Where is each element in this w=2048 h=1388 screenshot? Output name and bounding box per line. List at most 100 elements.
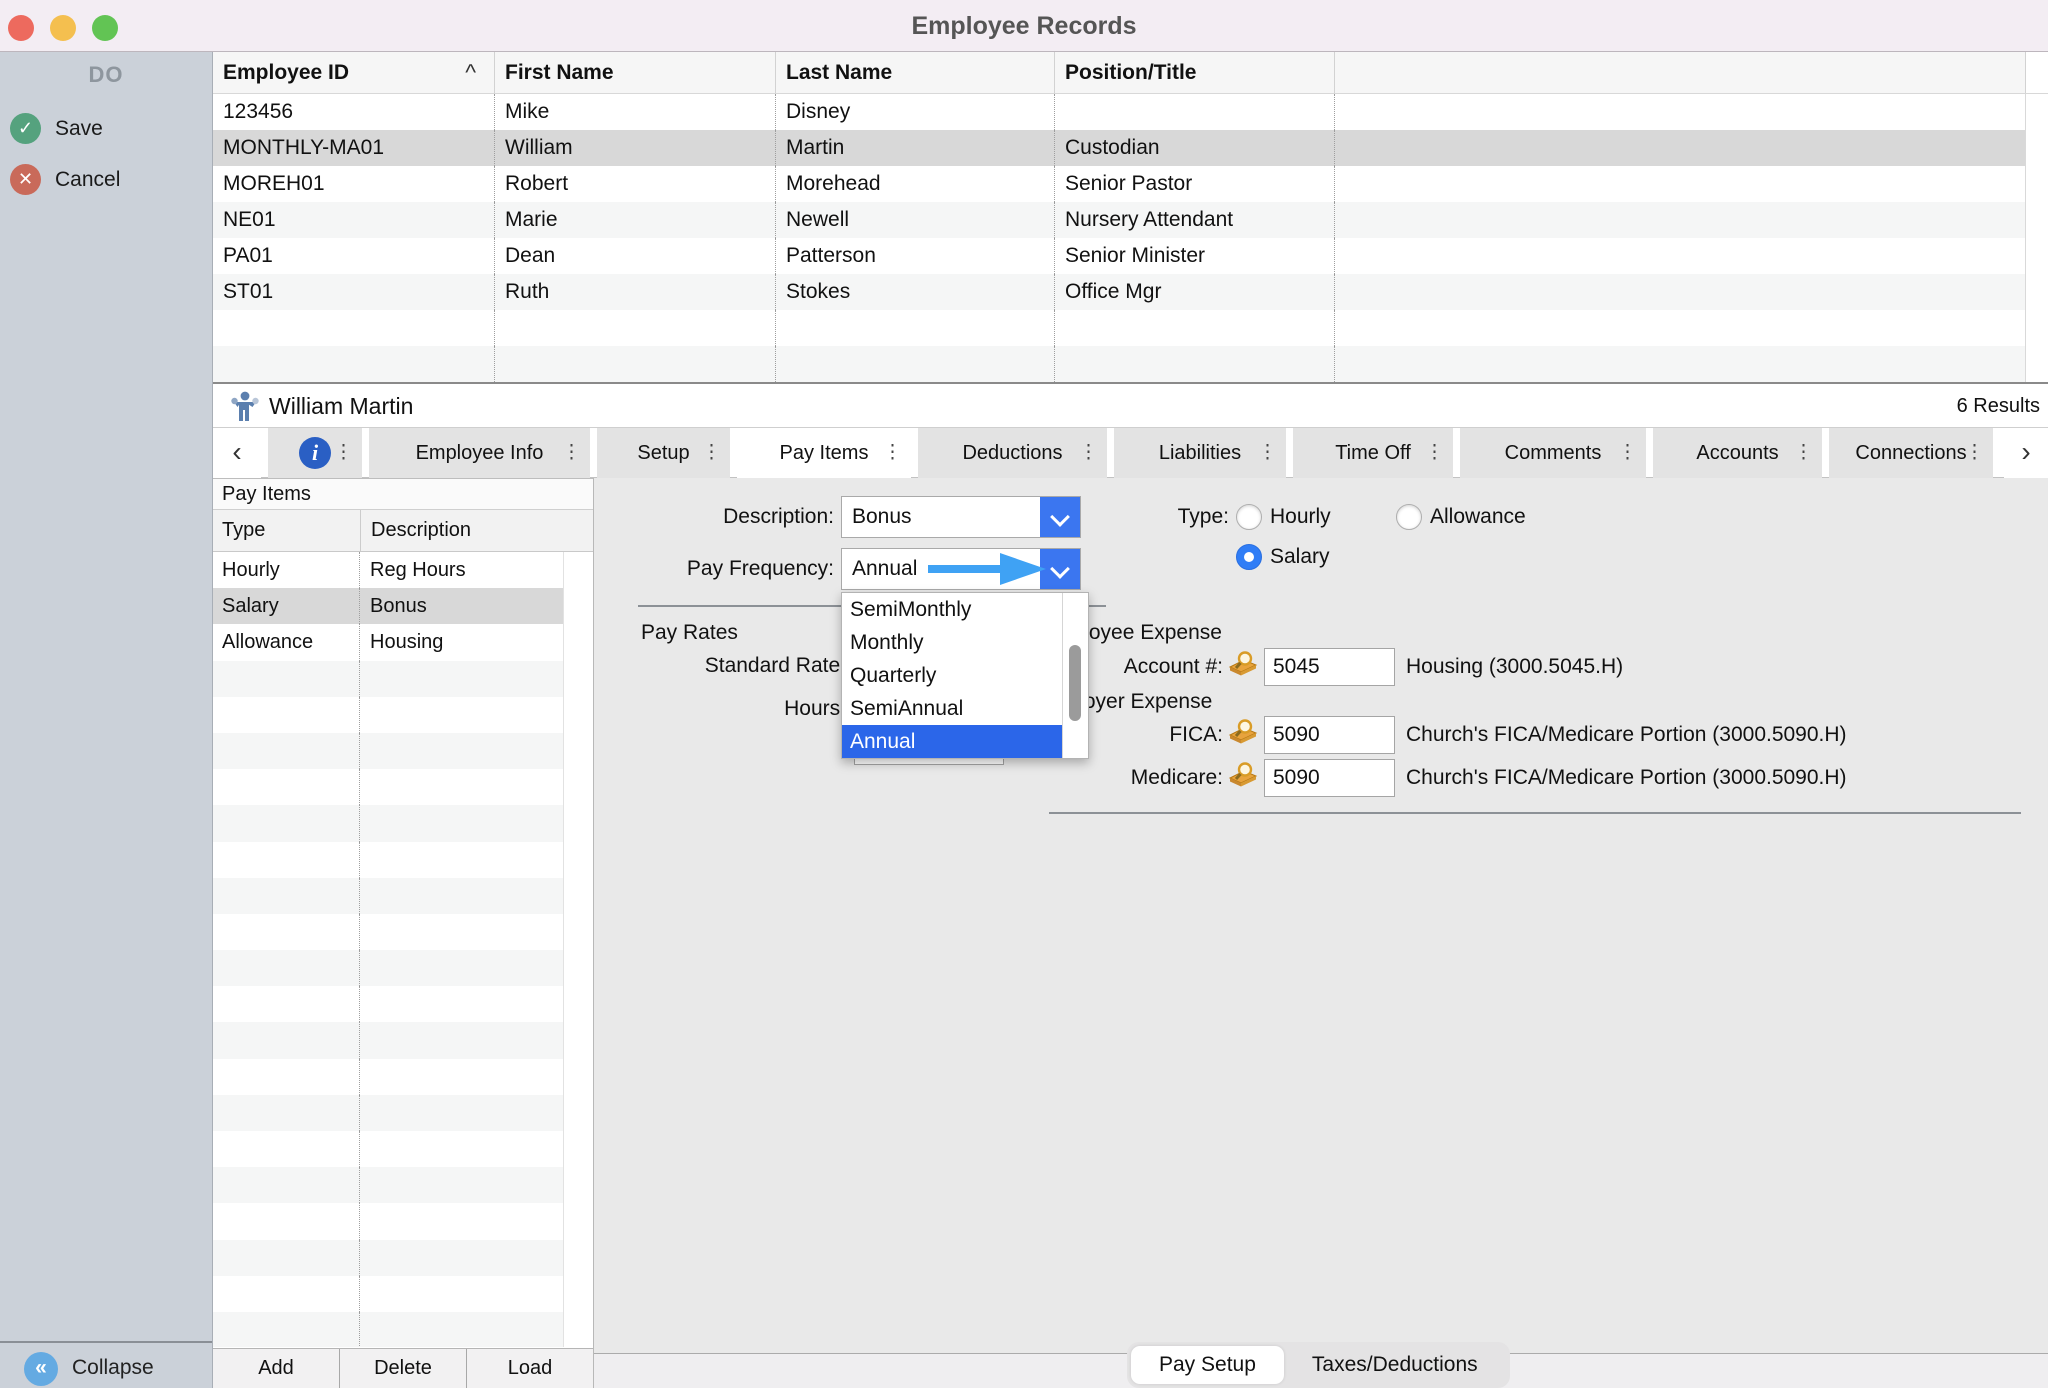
tab-accounts[interactable]: Accounts⋮ xyxy=(1653,428,1822,478)
tab-overflow-icon[interactable]: ⋮ xyxy=(1425,428,1444,478)
pay-items-scrollbar-track[interactable] xyxy=(563,1240,593,1276)
employee-table: Employee ID^First NameLast NamePosition/… xyxy=(213,52,2048,384)
tab-employee-info[interactable]: Employee Info⋮ xyxy=(369,428,590,478)
description-combobox[interactable]: Bonus xyxy=(841,496,1081,538)
dropdown-option-annual[interactable]: Annual xyxy=(842,725,1062,758)
employee-row[interactable]: 123456MikeDisney xyxy=(213,94,2048,130)
column-header-first-name[interactable]: First Name xyxy=(495,52,776,93)
tabs-scroll-left-icon[interactable]: ‹ xyxy=(213,428,261,478)
pay-item-type xyxy=(213,1131,360,1167)
delete-button[interactable]: Delete xyxy=(340,1349,467,1388)
tab-overflow-icon[interactable]: ⋮ xyxy=(883,428,902,478)
tab-liabilities[interactable]: Liabilities⋮ xyxy=(1114,428,1286,478)
load-button[interactable]: Load xyxy=(467,1349,593,1388)
employee-row[interactable]: MONTHLY-MA01WilliamMartinCustodian xyxy=(213,130,2048,166)
pay-items-scrollbar-track[interactable] xyxy=(563,950,593,986)
dropdown-option-semimonthly[interactable]: SemiMonthly xyxy=(842,593,1062,626)
type-radio-salary[interactable] xyxy=(1236,544,1262,570)
pay-items-scrollbar-track[interactable] xyxy=(563,1312,593,1347)
pay-item-row[interactable]: SalaryBonus xyxy=(213,588,593,624)
pay-item-description xyxy=(360,914,563,950)
column-header-position-title[interactable]: Position/Title xyxy=(1055,52,1335,93)
tab-overflow-icon[interactable]: ⋮ xyxy=(702,428,721,478)
pay-item-row[interactable]: HourlyReg Hours xyxy=(213,552,593,588)
dropdown-scrollbar-thumb[interactable] xyxy=(1069,645,1081,721)
collapse-sidebar-button[interactable]: « Collapse xyxy=(0,1352,212,1384)
dropdown-option-semiannual[interactable]: SemiAnnual xyxy=(842,692,1062,725)
column-header-extra[interactable] xyxy=(1335,52,2026,93)
pay-items-scrollbar-track[interactable] xyxy=(563,914,593,950)
tab-overflow-icon[interactable]: ⋮ xyxy=(1618,428,1637,478)
tab-overflow-icon[interactable]: ⋮ xyxy=(1965,428,1984,478)
account-lookup-icon[interactable] xyxy=(1228,650,1258,676)
tabs-scroll-right-icon[interactable]: › xyxy=(2004,428,2048,478)
tab-info[interactable]: i ⋮ xyxy=(268,428,362,478)
pay-item-row[interactable]: AllowanceHousing xyxy=(213,624,593,660)
tab-pay-items[interactable]: Pay Items⋮ xyxy=(737,428,911,478)
type-radio-hourly[interactable] xyxy=(1236,504,1262,530)
pay-items-scrollbar-track[interactable] xyxy=(563,588,593,624)
bottom-tab-taxes-deductions[interactable]: Taxes/Deductions xyxy=(1284,1346,1506,1384)
pay-items-scrollbar-track[interactable] xyxy=(563,986,593,1022)
pay-items-scrollbar-track[interactable] xyxy=(563,1095,593,1131)
tab-overflow-icon[interactable]: ⋮ xyxy=(1079,428,1098,478)
tab-overflow-icon[interactable]: ⋮ xyxy=(334,428,353,478)
pay-item-type xyxy=(213,986,360,1022)
pay-items-scrollbar-track[interactable] xyxy=(563,1059,593,1095)
dropdown-option-quarterly[interactable]: Quarterly xyxy=(842,659,1062,692)
employee-row[interactable]: ST01RuthStokesOffice Mgr xyxy=(213,274,2048,310)
tab-connections[interactable]: Connections⋮ xyxy=(1829,428,1993,478)
fica-lookup-icon[interactable] xyxy=(1228,718,1258,744)
employee-row[interactable]: PA01DeanPattersonSenior Minister xyxy=(213,238,2048,274)
pay-items-scrollbar-track[interactable] xyxy=(563,697,593,733)
cancel-button[interactable]: ✕ Cancel xyxy=(0,164,212,196)
pay-items-scrollbar-track[interactable] xyxy=(563,733,593,769)
tab-comments[interactable]: Comments⋮ xyxy=(1460,428,1646,478)
pay-items-scrollbar-track[interactable] xyxy=(563,552,593,588)
pay-item-row xyxy=(213,1059,593,1095)
column-header-employee-id[interactable]: Employee ID^ xyxy=(213,52,495,93)
pay-items-scrollbar-track[interactable] xyxy=(563,769,593,805)
dropdown-options: SemiMonthlyMonthlyQuarterlySemiAnnualAnn… xyxy=(842,593,1062,758)
cell: Senior Pastor xyxy=(1055,166,1335,202)
tab-time-off[interactable]: Time Off⋮ xyxy=(1293,428,1453,478)
pay-item-row xyxy=(213,1022,593,1058)
save-button[interactable]: ✓ Save xyxy=(0,113,212,145)
dropdown-scrollbar[interactable] xyxy=(1062,593,1088,758)
employee-table-header[interactable]: Employee ID^First NameLast NamePosition/… xyxy=(213,52,2048,94)
tab-overflow-icon[interactable]: ⋮ xyxy=(1794,428,1813,478)
bottom-tab-pay-setup[interactable]: Pay Setup xyxy=(1131,1346,1284,1384)
description-dropdown-icon[interactable] xyxy=(1040,497,1080,537)
pay-items-scrollbar-track[interactable] xyxy=(563,1167,593,1203)
pay-items-scrollbar-track[interactable] xyxy=(563,1022,593,1058)
pay-items-scrollbar-track[interactable] xyxy=(563,805,593,841)
employee-row[interactable]: MOREH01RobertMoreheadSenior Pastor xyxy=(213,166,2048,202)
tab-deductions[interactable]: Deductions⋮ xyxy=(918,428,1107,478)
pay-items-scrollbar-track[interactable] xyxy=(563,878,593,914)
pay-items-scrollbar-track[interactable] xyxy=(563,624,593,660)
pay-item-description xyxy=(360,1203,563,1239)
pay-items-scrollbar-track[interactable] xyxy=(563,661,593,697)
account-number-input[interactable] xyxy=(1264,648,1395,686)
tab-overflow-icon[interactable]: ⋮ xyxy=(1258,428,1277,478)
add-button[interactable]: Add xyxy=(213,1349,340,1388)
cell: Senior Minister xyxy=(1055,238,1335,274)
cell xyxy=(2026,202,2048,238)
fica-account-input[interactable] xyxy=(1264,716,1395,754)
tab-setup[interactable]: Setup⋮ xyxy=(597,428,730,478)
cell xyxy=(495,346,776,382)
pay-items-scrollbar-track[interactable] xyxy=(563,1131,593,1167)
pay-items-scrollbar-track[interactable] xyxy=(563,842,593,878)
pay-items-scrollbar-track[interactable] xyxy=(563,1276,593,1312)
collapse-label: Collapse xyxy=(72,1352,154,1383)
dropdown-option-monthly[interactable]: Monthly xyxy=(842,626,1062,659)
pay-items-scrollbar[interactable] xyxy=(563,510,593,551)
medicare-lookup-icon[interactable] xyxy=(1228,761,1258,787)
medicare-account-input[interactable] xyxy=(1264,759,1395,797)
pay-items-scrollbar-track[interactable] xyxy=(563,1203,593,1239)
pay-item-row xyxy=(213,1203,593,1239)
tab-overflow-icon[interactable]: ⋮ xyxy=(562,428,581,478)
column-header-last-name[interactable]: Last Name xyxy=(776,52,1055,93)
type-radio-allowance[interactable] xyxy=(1396,504,1422,530)
employee-row[interactable]: NE01MarieNewellNursery Attendant xyxy=(213,202,2048,238)
